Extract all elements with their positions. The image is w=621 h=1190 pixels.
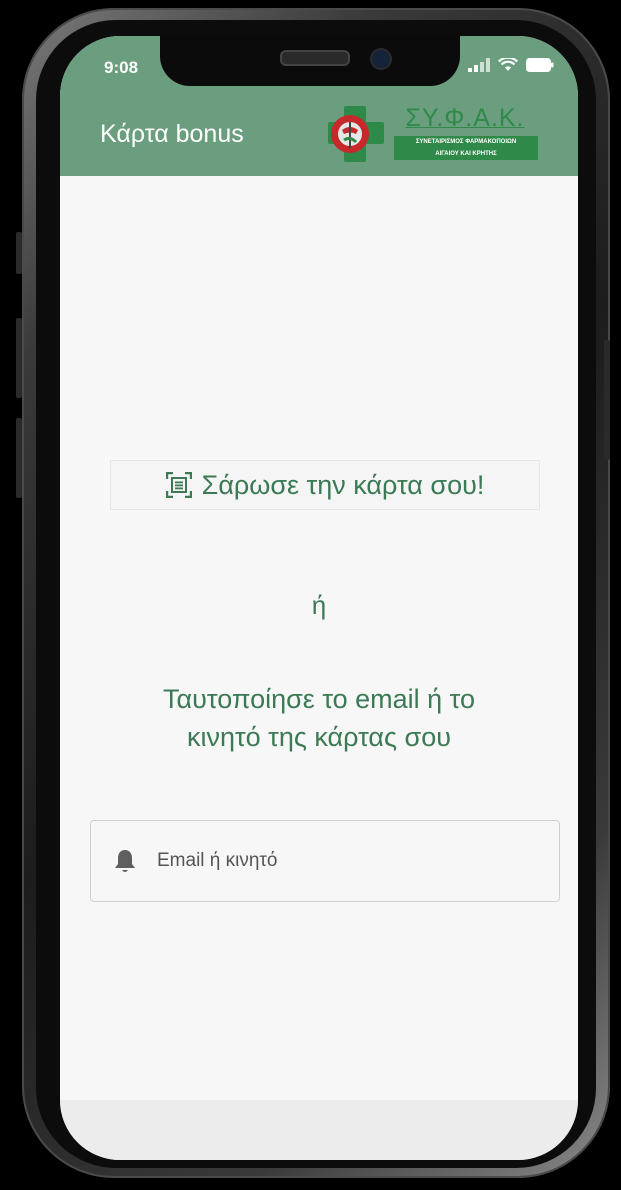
verify-instructions-line2: κινητό της κάρτας σου bbox=[186, 722, 451, 752]
or-separator: ή bbox=[311, 590, 327, 620]
bell-icon bbox=[115, 850, 135, 872]
mute-switch bbox=[16, 232, 22, 274]
qr-scan-icon bbox=[165, 472, 192, 498]
stage: 9:08 Κάρτα bonus ΣΥ.Φ.Α.Κ. ΣΥΝΕΤΑΙΡΙΣΜΟΣ… bbox=[0, 0, 621, 1190]
volume-up-button bbox=[16, 318, 22, 398]
speaker-grille bbox=[280, 50, 350, 66]
logo-subtitle-line1: ΣΥΝΕΤΑΙΡΙΣΜΟΣ ΦΑΡΜΑΚΟΠΟΙΩΝ bbox=[415, 139, 517, 145]
syfak-logo: ΣΥ.Φ.Α.Κ. ΣΥΝΕΤΑΙΡΙΣΜΟΣ ΦΑΡΜΑΚΟΠΟΙΩΝ ΑΙΓ… bbox=[322, 104, 538, 166]
verify-instructions: Ταυτοποίησε το email ή το κινητό της κάρ… bbox=[100, 680, 538, 756]
email-phone-field[interactable] bbox=[90, 820, 560, 902]
page-title: Κάρτα bonus bbox=[100, 120, 244, 148]
email-phone-input[interactable] bbox=[155, 849, 539, 873]
verify-instructions-line1: Ταυτοποίησε το email ή το bbox=[163, 684, 475, 714]
scan-card-button[interactable]: Σάρωσε την κάρτα σου! bbox=[110, 460, 540, 510]
logo-wordmark: ΣΥ.Φ.Α.Κ. bbox=[405, 104, 525, 132]
volume-down-button bbox=[16, 418, 22, 498]
power-button bbox=[604, 340, 610, 460]
scan-card-button-label: Σάρωσε την κάρτα σου! bbox=[201, 469, 485, 500]
wifi-icon bbox=[498, 58, 518, 71]
logo-subtitle-line2: ΑΙΓΑΙΟΥ ΚΑΙ ΚΡΗΤΗΣ bbox=[435, 151, 497, 157]
status-time: 9:08 bbox=[104, 58, 139, 77]
phone-notch bbox=[160, 36, 460, 86]
battery-icon bbox=[526, 58, 554, 72]
pharmacy-cross-logo-icon bbox=[328, 106, 384, 162]
logo-subtitle: ΣΥΝΕΤΑΙΡΙΣΜΟΣ ΦΑΡΜΑΚΟΠΟΙΩΝ ΑΙΓΑΙΟΥ ΚΑΙ Κ… bbox=[394, 136, 538, 160]
app-header: 9:08 Κάρτα bonus ΣΥ.Φ.Α.Κ. ΣΥΝΕΤΑΙΡΙΣΜΟΣ… bbox=[60, 36, 578, 176]
signal-icon bbox=[468, 58, 490, 72]
app-screen: 9:08 Κάρτα bonus ΣΥ.Φ.Α.Κ. ΣΥΝΕΤΑΙΡΙΣΜΟΣ… bbox=[60, 36, 578, 1160]
front-camera bbox=[370, 48, 392, 70]
bottom-bar bbox=[60, 1100, 578, 1160]
status-icons bbox=[468, 58, 554, 72]
